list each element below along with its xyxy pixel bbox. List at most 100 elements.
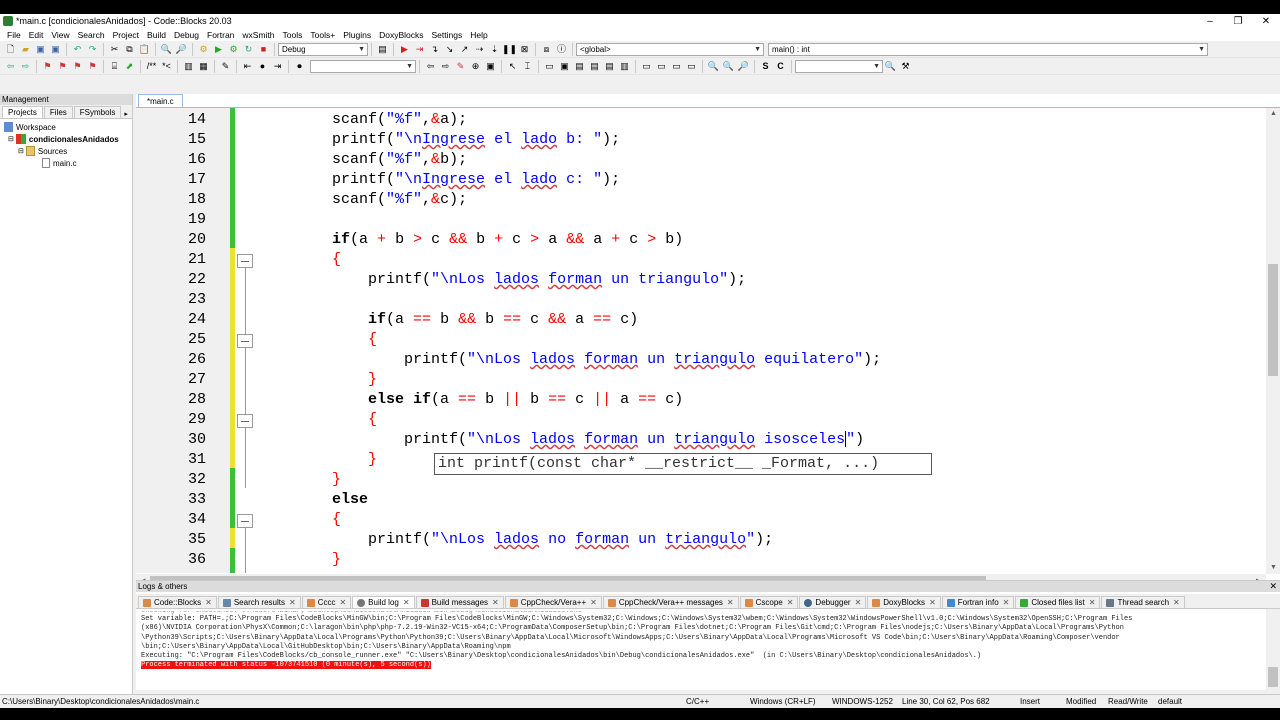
menu-project[interactable]: Project xyxy=(109,30,143,40)
rec-icon[interactable]: ⏺ xyxy=(294,60,306,72)
build-target-select[interactable]: Debug ▼ xyxy=(278,42,368,56)
pause-icon[interactable]: ❚❚ xyxy=(502,43,517,55)
tree-file-main[interactable]: main.c xyxy=(42,157,77,169)
comment-line-icon[interactable]: *< xyxy=(161,60,173,72)
tab-thread-search[interactable]: Thread search ✕ xyxy=(1101,596,1185,608)
tab-doxyblocks[interactable]: DoxyBlocks ✕ xyxy=(867,596,941,608)
layout1-icon[interactable]: ▤ xyxy=(574,60,586,72)
doxy-run-icon[interactable]: ▦ xyxy=(198,60,210,72)
split1-icon[interactable]: ▭ xyxy=(641,60,653,72)
layout3-icon[interactable]: ▤ xyxy=(604,60,616,72)
split4-icon[interactable]: ▭ xyxy=(686,60,698,72)
nav-forward-icon[interactable]: ⇨ xyxy=(20,60,32,72)
rect-icon[interactable]: ▭ xyxy=(544,60,556,72)
maximize-button[interactable]: ❐ xyxy=(1224,14,1252,28)
menu-help[interactable]: Help xyxy=(466,30,491,40)
menu-wxsmith[interactable]: wxSmith xyxy=(238,30,278,40)
jump-icon[interactable]: ⬈ xyxy=(124,60,136,72)
copy-icon[interactable]: ⧉ xyxy=(124,43,136,55)
collapse-icon[interactable]: ⊟ xyxy=(8,135,14,143)
tab-fsymbols[interactable]: FSymbols xyxy=(73,106,122,118)
breakpoint-prev-icon[interactable]: ⇤ xyxy=(242,60,254,72)
menu-file[interactable]: File xyxy=(3,30,25,40)
open-icon[interactable]: ▰ xyxy=(20,43,32,55)
zoom-in-icon[interactable]: 🔍 xyxy=(708,60,720,72)
find-icon[interactable]: 🔍 xyxy=(161,43,173,55)
tab-cscope[interactable]: Cscope ✕ xyxy=(739,596,799,608)
close-icon[interactable]: ✕ xyxy=(1269,581,1277,592)
replace-icon[interactable]: 🔎 xyxy=(176,43,188,55)
tab-debugger[interactable]: Debugger ✕ xyxy=(799,596,867,608)
close-icon[interactable]: ✕ xyxy=(855,598,862,607)
tab-closed-files[interactable]: Closed files list ✕ xyxy=(1015,596,1101,608)
comment-icon[interactable]: /** xyxy=(146,60,158,72)
search-settings-icon[interactable]: ⚒ xyxy=(900,60,912,72)
bookmark-toggle-icon[interactable]: ⚑ xyxy=(42,60,54,72)
fold-toggle-icon[interactable] xyxy=(237,514,253,528)
debug-icon[interactable]: ▶ xyxy=(399,43,411,55)
paste-icon[interactable]: 📋 xyxy=(139,43,151,55)
run-to-cursor-icon[interactable]: ⇥ xyxy=(414,43,426,55)
zoom-out-icon[interactable]: 🔍 xyxy=(723,60,735,72)
symbol-c-icon[interactable]: C xyxy=(775,60,787,72)
abort-icon[interactable]: ■ xyxy=(258,43,270,55)
step-into-icon[interactable]: ↘ xyxy=(444,43,456,55)
match-icon[interactable]: ▣ xyxy=(485,60,497,72)
close-icon[interactable]: ✕ xyxy=(492,598,499,607)
nav-back-icon[interactable]: ⇦ xyxy=(5,60,17,72)
select-icon[interactable]: ⊕ xyxy=(470,60,482,72)
tree-sources[interactable]: ⊟ Sources xyxy=(18,145,67,157)
bookmark-prev-icon[interactable]: ⚑ xyxy=(57,60,69,72)
build-options-icon[interactable]: ▤ xyxy=(377,43,389,55)
next-icon[interactable]: ⇨ xyxy=(440,60,452,72)
scroll-up-icon[interactable]: ▲ xyxy=(1270,110,1277,117)
split3-icon[interactable]: ▭ xyxy=(671,60,683,72)
tab-build-messages[interactable]: Build messages ✕ xyxy=(415,596,504,608)
search-go-icon[interactable]: 🔍 xyxy=(885,60,897,72)
close-icon[interactable]: ✕ xyxy=(727,598,734,607)
menu-tools-plus[interactable]: Tools+ xyxy=(306,30,339,40)
menu-edit[interactable]: Edit xyxy=(25,30,48,40)
menu-fortran[interactable]: Fortran xyxy=(203,30,238,40)
scroll-down-icon[interactable]: ▼ xyxy=(1270,564,1277,571)
fold-toggle-icon[interactable] xyxy=(237,414,253,428)
tools-icon[interactable]: ✎ xyxy=(220,60,232,72)
close-icon[interactable]: ✕ xyxy=(205,598,212,607)
next-instruction-icon[interactable]: ⇢ xyxy=(474,43,486,55)
close-button[interactable]: ✕ xyxy=(1252,14,1280,28)
debug-info-icon[interactable]: ⓘ xyxy=(556,43,568,55)
panel-icon[interactable]: ▣ xyxy=(559,60,571,72)
search-combo[interactable]: ▼ xyxy=(310,59,416,73)
close-icon[interactable]: ✕ xyxy=(1173,598,1180,607)
tree-workspace[interactable]: Workspace xyxy=(4,121,56,133)
close-icon[interactable]: ✕ xyxy=(1089,598,1096,607)
cut-icon[interactable]: ✂ xyxy=(109,43,121,55)
layout2-icon[interactable]: ▤ xyxy=(589,60,601,72)
cursor-icon[interactable]: ↖ xyxy=(507,60,519,72)
open-folder-icon[interactable]: ⌸ xyxy=(109,60,121,72)
layout4-icon[interactable]: ▥ xyxy=(619,60,631,72)
tab-cppcheck-messages[interactable]: CppCheck/Vera++ messages ✕ xyxy=(602,596,739,608)
menu-plugins[interactable]: Plugins xyxy=(339,30,375,40)
tab-projects[interactable]: Projects xyxy=(2,106,43,118)
breakpoint-icon[interactable]: ● xyxy=(257,60,269,72)
menu-view[interactable]: View xyxy=(47,30,73,40)
breakpoint-next-icon[interactable]: ⇥ xyxy=(272,60,284,72)
menu-search[interactable]: Search xyxy=(74,30,109,40)
tab-files[interactable]: Files xyxy=(43,106,73,118)
search2-combo[interactable]: ▼ xyxy=(795,59,883,73)
tab-scroll-right-icon[interactable]: ▸ xyxy=(124,110,128,118)
fold-toggle-icon[interactable] xyxy=(237,254,253,268)
split2-icon[interactable]: ▭ xyxy=(656,60,668,72)
scroll-thumb[interactable] xyxy=(1268,264,1278,376)
step-out-icon[interactable]: ↗ xyxy=(459,43,471,55)
close-icon[interactable]: ✕ xyxy=(339,598,346,607)
menu-debug[interactable]: Debug xyxy=(170,30,203,40)
run-icon[interactable]: ▶ xyxy=(213,43,225,55)
text-icon[interactable]: ⌶ xyxy=(522,60,534,72)
tab-fortran-info[interactable]: Fortran info ✕ xyxy=(941,596,1015,608)
menu-tools[interactable]: Tools xyxy=(279,30,307,40)
doxy-icon[interactable]: ▥ xyxy=(183,60,195,72)
collapse-icon[interactable]: ⊟ xyxy=(18,147,24,155)
save-icon[interactable]: ▣ xyxy=(35,43,47,55)
